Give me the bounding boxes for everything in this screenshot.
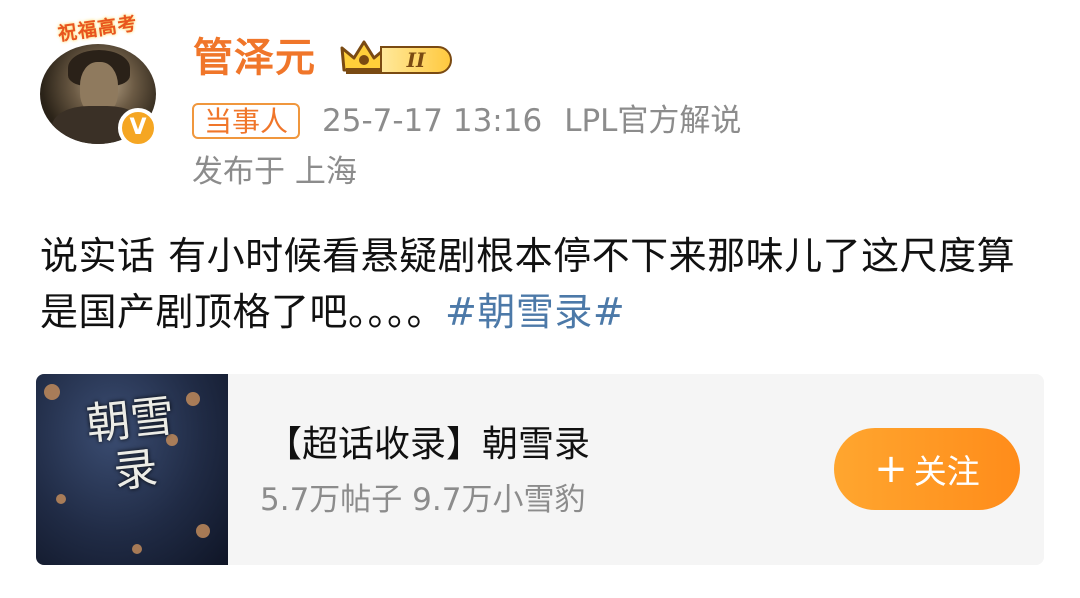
supertopic-title[interactable]: 【超话收录】朝雪录 bbox=[266, 420, 590, 470]
plus-icon: + bbox=[874, 446, 908, 492]
post-source[interactable]: LPL官方解说 bbox=[564, 103, 741, 139]
level-badge[interactable]: II bbox=[340, 36, 456, 80]
level-label: II bbox=[380, 46, 452, 74]
username[interactable]: 管泽元 bbox=[193, 32, 316, 84]
thumbnail-title: 朝雪录 bbox=[83, 390, 177, 499]
post-timestamp: 25-7-17 13:16 bbox=[322, 103, 543, 139]
party-tag: 当事人 bbox=[192, 103, 301, 139]
post-text: 说实话 有小时候看悬疑剧根本停不下来那味儿了这尺度算是国产剧顶格了吧。。。。#朝… bbox=[40, 228, 1050, 340]
verified-icon: V bbox=[118, 108, 158, 148]
supertopic-stats: 5.7万帖子 9.7万小雪豹 bbox=[260, 482, 586, 518]
supertopic-card[interactable]: 朝雪录 【超话收录】朝雪录 5.7万帖子 9.7万小雪豹 + 关注 bbox=[36, 374, 1044, 565]
follow-button[interactable]: + 关注 bbox=[834, 428, 1020, 510]
post-location: 发布于 上海 bbox=[192, 154, 357, 190]
supertopic-thumbnail: 朝雪录 bbox=[36, 374, 228, 565]
hashtag-link[interactable]: #朝雪录# bbox=[445, 290, 625, 334]
avatar[interactable]: 祝福高考 V bbox=[40, 13, 158, 148]
post-meta: 25-7-17 13:16 LPL官方解说 bbox=[322, 100, 763, 142]
follow-label: 关注 bbox=[913, 452, 980, 491]
